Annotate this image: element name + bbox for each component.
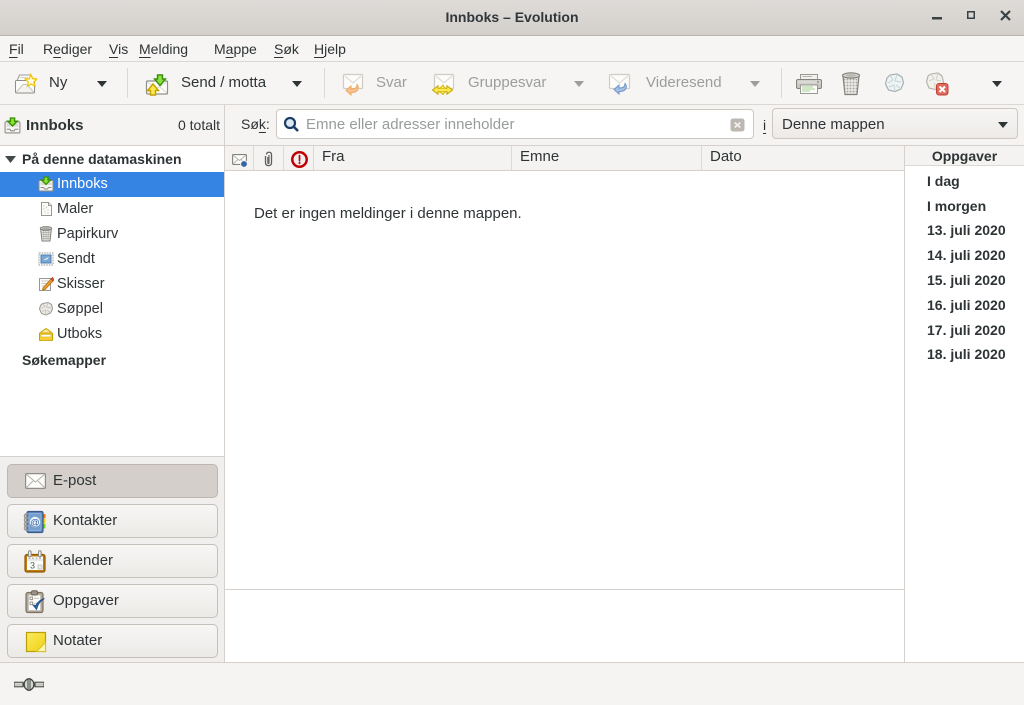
svg-text:@: @: [30, 517, 40, 528]
svg-text:3: 3: [30, 561, 35, 571]
